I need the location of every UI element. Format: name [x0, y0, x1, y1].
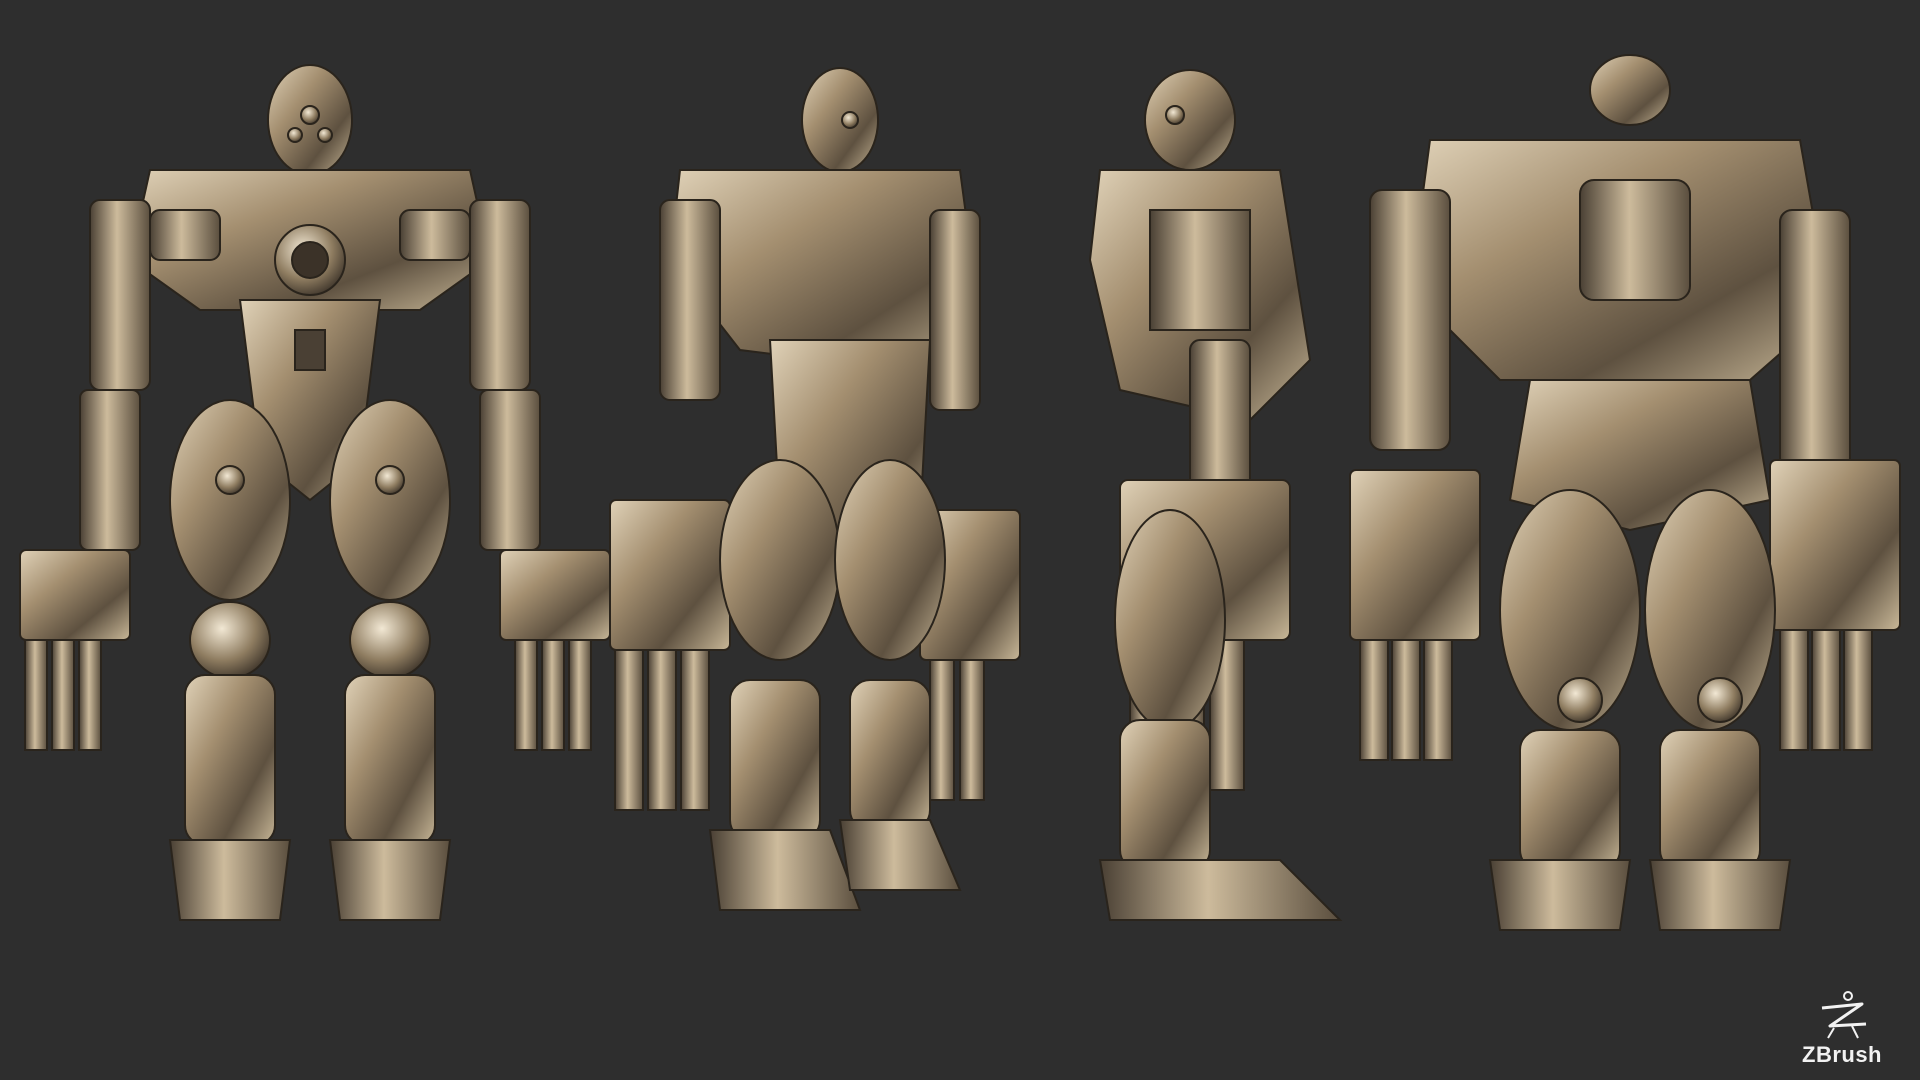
- render-canvas: ZBrush: [0, 0, 1920, 1080]
- robot-front-view: [19, 64, 611, 921]
- zbrush-logo: ZBrush: [1782, 990, 1902, 1068]
- zbrush-logo-text: ZBrush: [1802, 1042, 1882, 1067]
- robot-back-view: [1349, 54, 1901, 931]
- robot-three-quarter-view: [609, 67, 1021, 911]
- zbrush-figure-icon: [1821, 991, 1867, 1039]
